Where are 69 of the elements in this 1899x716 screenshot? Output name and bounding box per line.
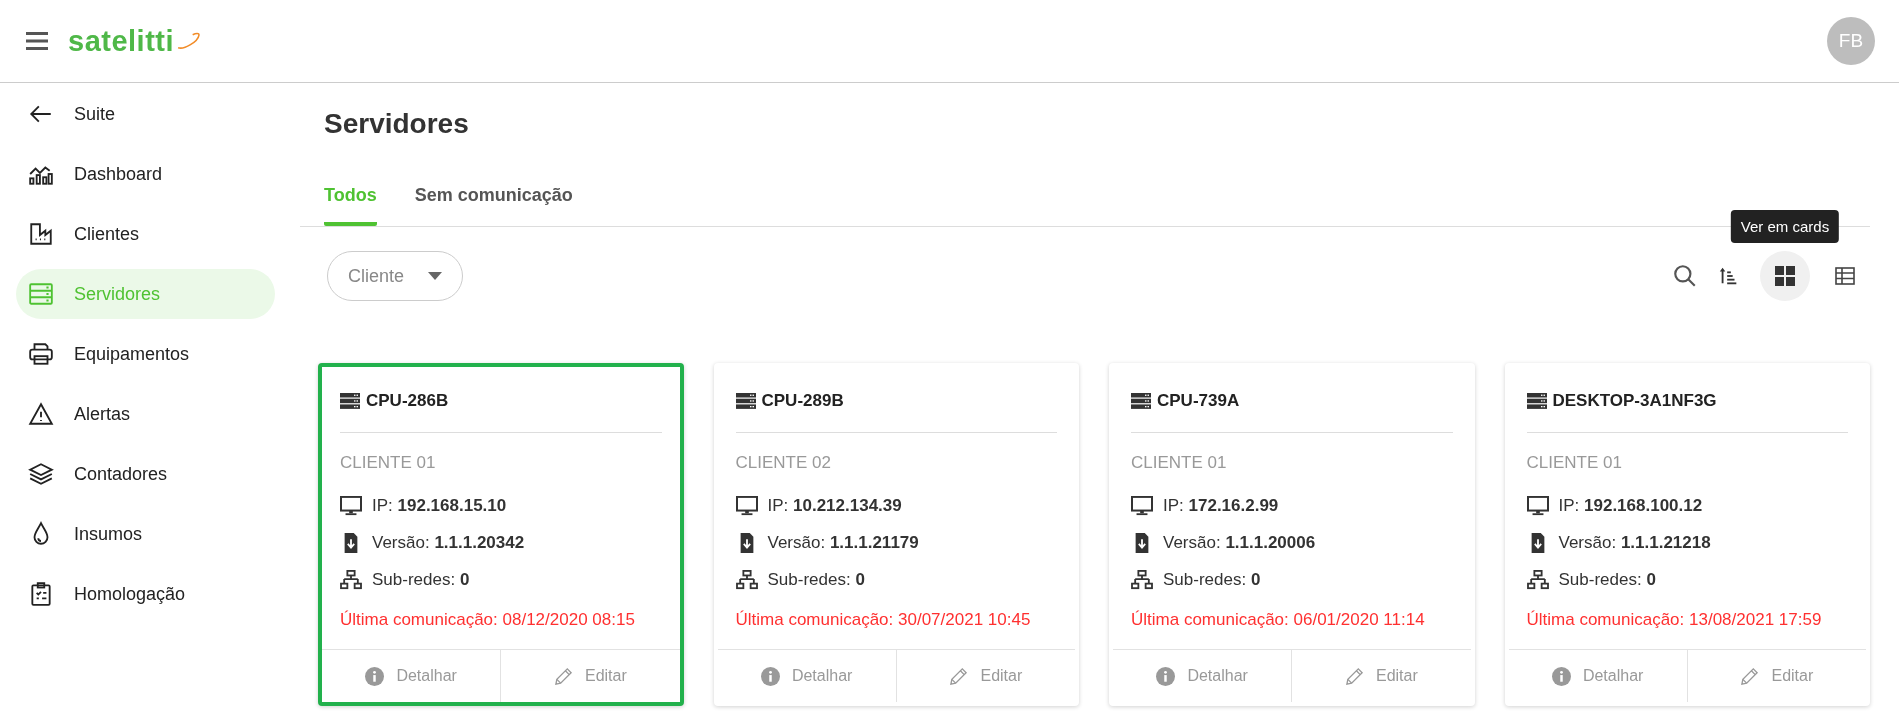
last-communication-text: Última comunicação: 13/08/2021 17:59 (1526, 610, 1823, 630)
info-icon (1551, 666, 1571, 686)
server-name: DESKTOP-3A1NF3G (1552, 391, 1717, 411)
network-icon (735, 569, 758, 590)
info-text: IP: 192.168.15.10 (372, 495, 507, 516)
network-icon (1131, 569, 1153, 590)
monitor-icon (1131, 495, 1153, 516)
server-icon (735, 393, 756, 409)
sidebar-item[interactable]: Clientes (16, 209, 275, 259)
warning-icon (28, 401, 54, 427)
tooltip: Ver em cards (1730, 210, 1840, 243)
info-icon (760, 666, 780, 686)
info-icon (365, 666, 385, 686)
grid-view-button[interactable] (1760, 251, 1810, 301)
client-name: CLIENTE 01 (340, 453, 437, 474)
sidebar-item[interactable]: Equipamentos (16, 329, 275, 379)
sidebar-item[interactable]: Alertas (16, 389, 275, 439)
tab[interactable]: Sem comunicação (414, 175, 573, 226)
monitor-icon (340, 495, 362, 516)
search-icon[interactable] (1672, 263, 1698, 289)
network-icon (1526, 569, 1549, 590)
caret-icon (428, 272, 442, 280)
printer-icon (28, 341, 54, 367)
grid-icon (1775, 266, 1795, 286)
info-text: Versão: 1.1.1.20006 (1163, 532, 1316, 553)
page-title: Servidores (324, 107, 470, 141)
logo-text: satelitti (68, 24, 175, 58)
server-icon (1526, 393, 1547, 409)
last-communication-text: Última comunicação: 30/07/2021 10:45 (735, 610, 1032, 630)
info-text: Versão: 1.1.1.21179 (767, 532, 919, 553)
info-text: Sub-redes: 0 (1558, 569, 1656, 590)
info-text: IP: 10.212.134.39 (767, 495, 902, 516)
sidebar-item[interactable]: Insumos (16, 509, 275, 559)
info-text: IP: 192.168.100.12 (1558, 495, 1703, 516)
pencil-icon (1740, 666, 1760, 686)
client-name: CLIENTE 01 (1526, 453, 1623, 474)
info-text: Versão: 1.1.1.20342 (372, 532, 525, 553)
client-name: CLIENTE 01 (1131, 453, 1228, 474)
info-text: IP: 172.16.2.99 (1163, 495, 1279, 516)
info-text: Sub-redes: 0 (1163, 569, 1261, 590)
sidebar-item[interactable]: Homologação (16, 569, 275, 619)
server-icon (340, 393, 360, 409)
info-text: Sub-redes: 0 (372, 569, 470, 590)
sidebar-item[interactable]: Contadores (16, 449, 275, 499)
menu-icon[interactable] (26, 32, 48, 50)
server-icon (28, 281, 54, 307)
info-text: Sub-redes: 0 (767, 569, 865, 590)
last-communication-text: Última comunicação: 06/01/2020 11:14 (1131, 610, 1426, 630)
server-icon (1131, 393, 1151, 409)
server-name: CPU-286B (366, 391, 449, 411)
info-icon (1156, 666, 1176, 686)
network-icon (340, 569, 362, 590)
client-dropdown[interactable]: Cliente (327, 251, 463, 301)
pencil-icon (949, 666, 969, 686)
clipboard-icon (28, 581, 54, 607)
info-text: Versão: 1.1.1.21218 (1558, 532, 1711, 553)
last-communication-text: Última comunicação: 08/12/2020 08:15 (340, 610, 636, 630)
factory-icon (28, 221, 54, 247)
client-name: CLIENTE 02 (735, 453, 832, 474)
layers-icon (28, 461, 54, 487)
monitor-icon (1526, 495, 1549, 516)
pencil-icon (553, 666, 573, 686)
monitor-icon (735, 495, 758, 516)
sidebar-item[interactable]: Suite (16, 89, 275, 139)
table-icon (1835, 266, 1855, 286)
pencil-icon (1344, 666, 1364, 686)
server-name: CPU-289B (761, 391, 844, 411)
server-name: CPU-739A (1157, 391, 1240, 411)
sidebar-item[interactable]: Dashboard (16, 149, 275, 199)
